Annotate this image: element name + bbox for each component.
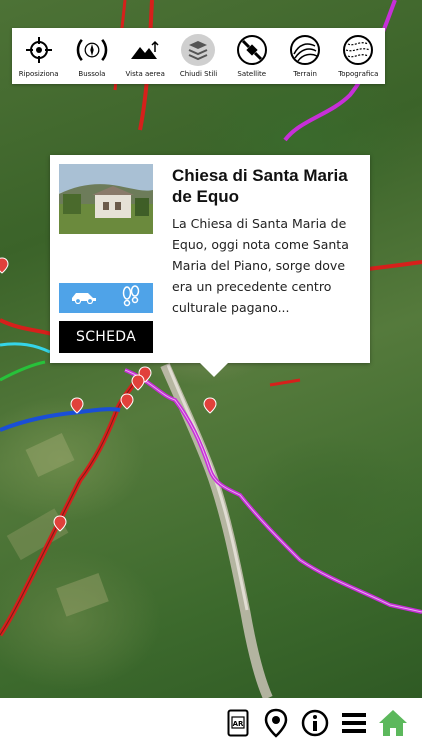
toolbar-label: Satellite <box>237 70 267 78</box>
menu-icon <box>341 711 367 739</box>
toolbar-label: Topografica <box>338 70 379 78</box>
location-pin-icon <box>263 708 289 742</box>
satellite-icon <box>235 34 269 66</box>
toolbar-label: Vista aerea <box>125 70 165 78</box>
mountain-icon <box>128 34 162 66</box>
route-blue <box>0 407 121 432</box>
topographic-icon <box>341 34 375 66</box>
toolbar-label: Chiudi Stili <box>179 70 218 78</box>
terrain-icon <box>288 34 322 66</box>
poi-thumbnail[interactable] <box>59 164 153 234</box>
close-styles-button[interactable]: Chiudi Stili <box>172 28 225 78</box>
terrain-button[interactable]: Terrain <box>278 28 331 78</box>
crosshair-icon <box>22 34 56 66</box>
aerial-view-button[interactable]: Vista aerea <box>119 28 172 78</box>
route-green <box>0 360 46 382</box>
location-button[interactable] <box>259 708 293 742</box>
home-button[interactable] <box>376 708 410 742</box>
svg-text:AR: AR <box>233 720 244 728</box>
menu-button[interactable] <box>337 708 371 742</box>
toolbar-label: Riposiziona <box>18 70 59 78</box>
info-button[interactable] <box>298 708 332 742</box>
route-cyan <box>0 342 51 354</box>
footprints-icon[interactable] <box>120 285 142 311</box>
scheda-button[interactable]: SCHEDA <box>59 321 153 353</box>
poi-popup: SCHEDA Chiesa di Santa Maria de Equo La … <box>50 155 370 377</box>
topographic-button[interactable]: Topografica <box>332 28 385 78</box>
compass-icon <box>75 34 109 66</box>
poi-title: Chiesa di Santa Maria de Equo <box>172 166 348 206</box>
bottom-navigation: AR <box>0 698 422 750</box>
ar-button[interactable]: AR <box>221 708 255 742</box>
car-icon[interactable] <box>70 289 98 308</box>
poi-description: La Chiesa di Santa Maria de Equo, oggi n… <box>172 216 349 315</box>
map-toolbar: Riposiziona Bussola Vista aerea Chiudi S… <box>12 28 385 84</box>
info-icon <box>301 709 329 741</box>
toolbar-label: Terrain <box>293 70 317 78</box>
travel-modes[interactable] <box>59 283 153 313</box>
river-bed <box>160 363 273 698</box>
home-icon <box>377 708 409 742</box>
compass-button[interactable]: Bussola <box>65 28 118 78</box>
reposition-button[interactable]: Riposiziona <box>12 28 65 78</box>
route-magenta <box>124 368 422 614</box>
ar-icon: AR <box>227 709 249 741</box>
layers-icon <box>181 34 216 66</box>
satellite-button[interactable]: Satellite <box>225 28 278 78</box>
toolbar-label: Bussola <box>78 70 106 78</box>
